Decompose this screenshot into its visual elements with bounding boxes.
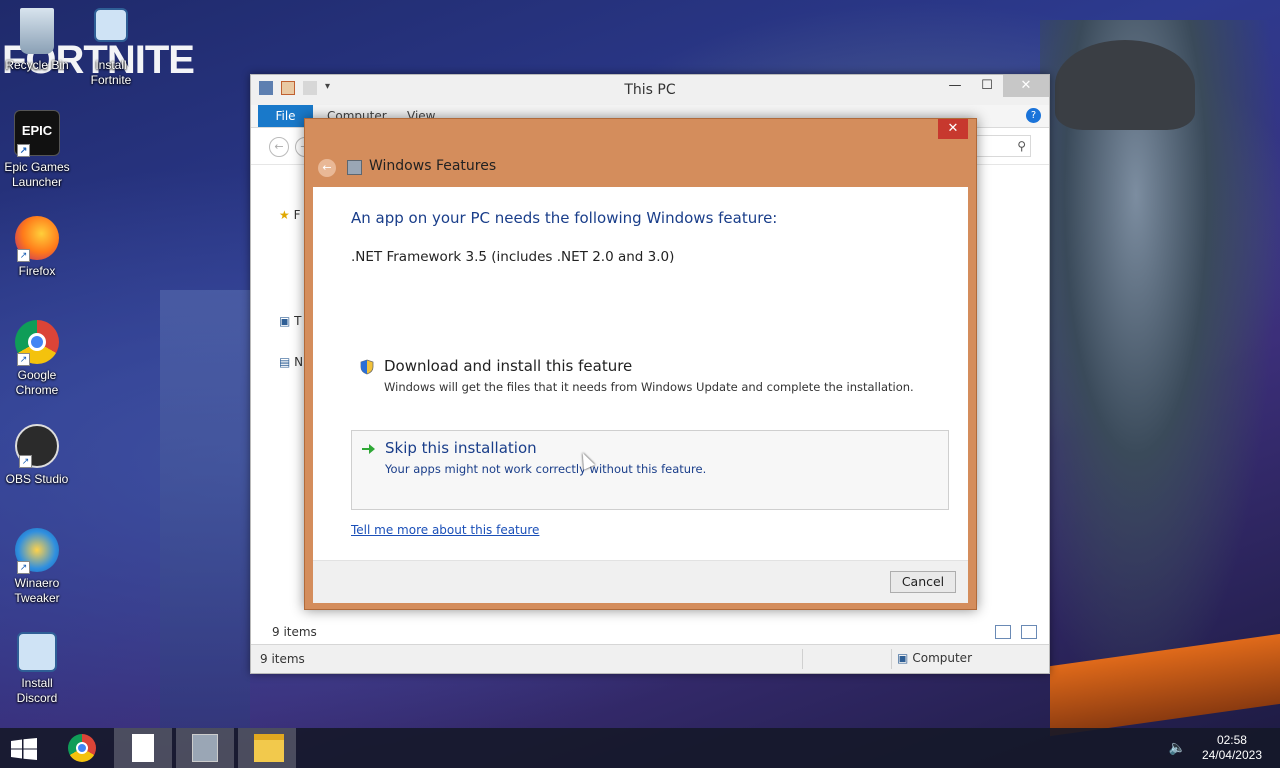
desktop-icon-label: Epic Games Launcher bbox=[4, 160, 70, 189]
computer-icon: ▣ bbox=[897, 651, 909, 665]
desktop-icon-winaero[interactable]: ↗ Winaero Tweaker bbox=[1, 528, 73, 606]
volume-icon[interactable]: 🔈 bbox=[1169, 740, 1186, 756]
maximize-button[interactable]: ☐ bbox=[971, 75, 1003, 97]
shield-icon bbox=[360, 359, 374, 375]
epic-logo-text: EPIC bbox=[21, 123, 53, 138]
details-view-icon[interactable] bbox=[995, 625, 1011, 639]
windows-features-dialog: ✕ ← Windows Features An app on your PC n… bbox=[304, 118, 977, 610]
dialog-content: An app on your PC needs the following Wi… bbox=[313, 187, 968, 560]
option-subtitle: Windows will get the files that it needs… bbox=[384, 380, 914, 394]
clock-date: 24/04/2023 bbox=[1201, 748, 1262, 762]
option-title: Skip this installation bbox=[385, 439, 537, 457]
epic-games-icon: EPIC ↗ bbox=[14, 110, 60, 157]
nav-item-label: N bbox=[294, 355, 304, 369]
nav-item-label: F bbox=[293, 208, 301, 222]
desktop-icon-chrome[interactable]: ↗ Google Chrome bbox=[1, 320, 73, 398]
desktop-icon-firefox[interactable]: ↗ Firefox bbox=[1, 216, 73, 279]
taskbar-file-explorer[interactable] bbox=[238, 728, 296, 768]
nav-item-this-pc[interactable]: ▣ T bbox=[279, 314, 302, 328]
explorer-titlebar[interactable]: ▾ This PC — ☐ ✕ bbox=[251, 75, 1049, 105]
back-button[interactable]: ← bbox=[269, 137, 289, 157]
taskbar-notepad[interactable] bbox=[114, 728, 172, 768]
recycle-bin-icon bbox=[20, 8, 54, 54]
feature-name: .NET Framework 3.5 (includes .NET 2.0 an… bbox=[351, 249, 675, 265]
large-icons-view-icon[interactable] bbox=[1021, 625, 1037, 639]
cancel-button[interactable]: Cancel bbox=[890, 571, 956, 593]
content-status: 9 items bbox=[251, 621, 1049, 643]
option-title: Download and install this feature bbox=[384, 357, 633, 375]
installer-icon bbox=[94, 8, 128, 42]
statusbar-divider bbox=[802, 649, 803, 669]
close-button[interactable]: ✕ bbox=[1003, 75, 1049, 97]
dialog-header: ← Windows Features bbox=[305, 149, 976, 187]
dialog-footer: Cancel bbox=[313, 560, 968, 603]
statusbar-divider bbox=[891, 649, 892, 669]
shortcut-arrow-icon: ↗ bbox=[17, 353, 30, 366]
tell-me-more-link[interactable]: Tell me more about this feature bbox=[351, 523, 539, 537]
desktop-icon-label: Install Fortnite bbox=[90, 58, 132, 87]
search-input[interactable]: ⚲ bbox=[971, 135, 1031, 157]
nav-item-favorites[interactable]: ★ F bbox=[279, 208, 301, 222]
dialog-heading: An app on your PC needs the following Wi… bbox=[351, 209, 778, 227]
taskbar: 🔈 02:58 24/04/2023 bbox=[0, 728, 1280, 768]
skip-installation-option[interactable]: Skip this installation Your apps might n… bbox=[351, 430, 949, 510]
item-count: 9 items bbox=[272, 625, 317, 639]
folder-icon bbox=[254, 734, 284, 762]
statusbar-computer: ▣ Computer bbox=[897, 651, 972, 665]
dialog-close-button[interactable]: ✕ bbox=[938, 119, 968, 139]
computer-icon: ▣ bbox=[279, 314, 291, 328]
shortcut-arrow-icon: ↗ bbox=[19, 455, 32, 468]
windows-features-icon bbox=[347, 160, 362, 175]
system-clock[interactable]: 02:58 24/04/2023 bbox=[1202, 733, 1262, 763]
minimize-button[interactable]: — bbox=[939, 75, 971, 97]
desktop-icon-label: Google Chrome bbox=[15, 368, 59, 397]
desktop-icon-epic-games[interactable]: EPIC ↗ Epic Games Launcher bbox=[1, 110, 73, 190]
desktop-icon-label: Firefox bbox=[18, 264, 56, 278]
desktop-icon-label: OBS Studio bbox=[5, 472, 69, 486]
dialog-title: Windows Features bbox=[369, 158, 497, 174]
view-toggle bbox=[995, 625, 1037, 639]
network-icon: ▤ bbox=[279, 355, 291, 369]
taskbar-chrome[interactable] bbox=[52, 728, 110, 768]
desktop-icon-recycle-bin[interactable]: Recycle Bin bbox=[1, 8, 73, 73]
desktop-icon-install-fortnite[interactable]: Install Fortnite bbox=[75, 8, 147, 88]
statusbar-item-count: 9 items bbox=[260, 652, 305, 666]
nav-item-network[interactable]: ▤ N bbox=[279, 355, 303, 369]
statusbar-computer-label: Computer bbox=[912, 651, 972, 665]
explorer-statusbar: 9 items ▣ Computer bbox=[251, 644, 1049, 673]
windows-start-icon[interactable] bbox=[10, 738, 38, 760]
desktop-icon-label: Install Discord bbox=[16, 676, 58, 705]
shortcut-arrow-icon: ↗ bbox=[17, 561, 30, 574]
nav-item-label: T bbox=[294, 314, 302, 328]
shortcut-arrow-icon: ↗ bbox=[17, 144, 30, 157]
star-icon: ★ bbox=[279, 208, 290, 222]
window-controls: — ☐ ✕ bbox=[939, 75, 1049, 97]
chrome-icon: ↗ bbox=[15, 320, 59, 366]
installer-icon bbox=[17, 632, 57, 672]
desktop-icon-label: Winaero Tweaker bbox=[14, 576, 60, 605]
arrow-right-icon bbox=[362, 444, 375, 454]
windows-features-icon bbox=[192, 734, 218, 762]
option-subtitle: Your apps might not work correctly witho… bbox=[385, 462, 707, 476]
help-icon[interactable]: ? bbox=[1026, 108, 1041, 123]
desktop-icon-obs[interactable]: ↗ OBS Studio bbox=[1, 424, 73, 487]
firefox-icon: ↗ bbox=[15, 216, 59, 262]
clock-time: 02:58 bbox=[1216, 733, 1247, 747]
chrome-icon bbox=[68, 734, 96, 762]
back-arrow-icon[interactable]: ← bbox=[318, 159, 336, 177]
shortcut-arrow-icon: ↗ bbox=[17, 249, 30, 262]
download-install-option[interactable]: Download and install this feature Window… bbox=[351, 349, 949, 429]
desktop-icon-install-discord[interactable]: Install Discord bbox=[1, 632, 73, 706]
document-icon bbox=[132, 734, 154, 762]
winaero-icon: ↗ bbox=[15, 528, 59, 574]
explorer-title: This PC bbox=[624, 82, 676, 98]
wallpaper-cap bbox=[1055, 40, 1195, 130]
wallpaper-tower bbox=[160, 290, 250, 730]
desktop-icon-label: Recycle Bin bbox=[5, 58, 69, 72]
search-icon: ⚲ bbox=[1017, 139, 1026, 153]
taskbar-windows-features[interactable] bbox=[176, 728, 234, 768]
obs-icon: ↗ bbox=[15, 424, 59, 468]
